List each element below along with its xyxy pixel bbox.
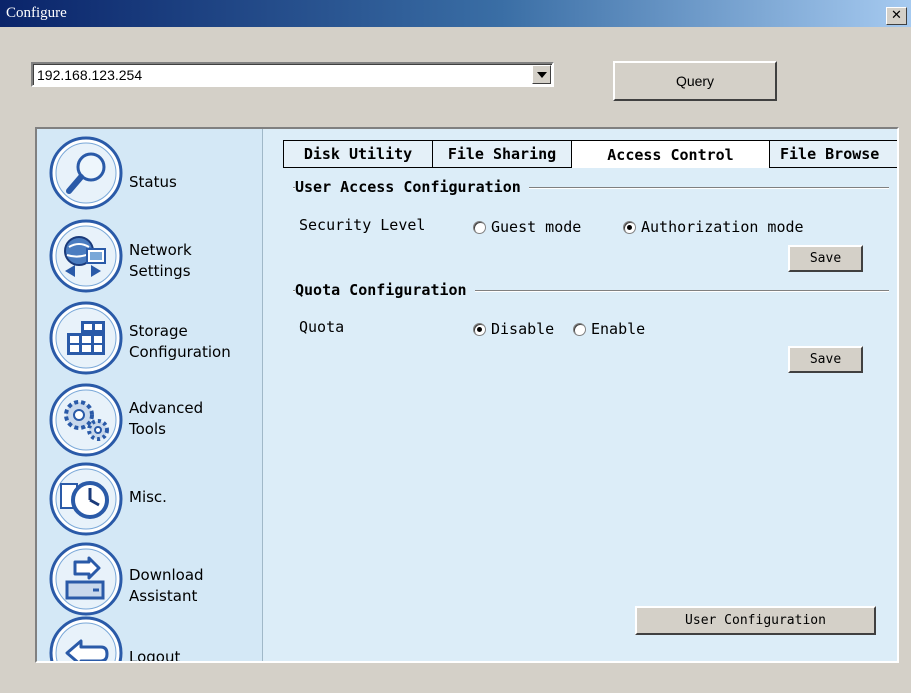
quota-label: Quota <box>299 318 345 336</box>
gears-icon <box>49 383 123 457</box>
radio-authorization-mode[interactable]: Authorization mode <box>623 218 804 236</box>
clock-icon <box>49 462 123 536</box>
sidebar: Status Network Settings Storage Configur… <box>37 129 263 663</box>
storage-grid-icon <box>49 301 123 375</box>
radio-label: Disable <box>491 320 555 338</box>
tab-file-browse[interactable]: File Browse <box>770 140 897 168</box>
sidebar-item-label: Logout <box>129 648 181 663</box>
tab-disk-utility[interactable]: Disk Utility <box>283 140 433 168</box>
address-value: 192.168.123.254 <box>37 67 143 83</box>
radio-disable[interactable]: Disable <box>473 320 554 338</box>
sidebar-item-status[interactable]: Status <box>37 136 262 216</box>
radio-dot <box>573 322 586 336</box>
magnifier-icon <box>49 136 123 210</box>
radio-dot <box>473 220 486 234</box>
sidebar-item-label: Network Settings <box>129 241 192 280</box>
dropdown-arrow-icon[interactable] <box>532 65 551 84</box>
radio-label: Enable <box>591 320 646 338</box>
title-bar: Configure ✕ <box>0 0 911 27</box>
sidebar-item-storage-configuration[interactable]: Storage Configuration <box>37 301 262 381</box>
save-button[interactable]: Save <box>788 245 863 272</box>
radio-enable[interactable]: Enable <box>573 320 645 338</box>
user-access-title: User Access Configuration <box>295 178 529 196</box>
sidebar-item-label: Download Assistant <box>129 566 204 605</box>
tab-bar: Disk Utility File Sharing Access Control… <box>283 140 897 168</box>
sidebar-item-label: Storage Configuration <box>129 322 231 361</box>
radio-guest-mode[interactable]: Guest mode <box>473 218 581 236</box>
window-title: Configure <box>6 5 67 21</box>
address-combo[interactable]: 192.168.123.254 <box>31 62 554 87</box>
content-area: Disk Utility File Sharing Access Control… <box>263 129 897 661</box>
sidebar-item-label: Status <box>129 173 177 191</box>
radio-label: Guest mode <box>491 218 582 236</box>
tab-file-sharing[interactable]: File Sharing <box>433 140 572 168</box>
radio-dot-selected <box>473 322 486 336</box>
quota-title: Quota Configuration <box>295 281 475 299</box>
save-button[interactable]: Save <box>788 346 863 373</box>
radio-label: Authorization mode <box>641 218 804 236</box>
sidebar-item-advanced-tools[interactable]: Advanced Tools <box>37 383 262 463</box>
radio-dot-selected <box>623 220 636 234</box>
main-panel: Status Network Settings Storage Configur… <box>35 127 899 663</box>
close-icon[interactable]: ✕ <box>886 7 907 25</box>
tab-access-control[interactable]: Access Control <box>572 140 770 168</box>
sidebar-item-download-assistant[interactable]: Download Assistant <box>37 542 262 622</box>
sidebar-item-label: Advanced Tools <box>129 399 204 438</box>
sidebar-item-logout[interactable]: Logout <box>37 616 262 663</box>
sidebar-item-label: Misc. <box>129 488 167 506</box>
network-globe-icon <box>49 219 123 293</box>
user-configuration-button[interactable]: User Configuration <box>635 606 876 635</box>
back-arrow-icon <box>49 616 123 661</box>
download-tray-icon <box>49 542 123 616</box>
sidebar-item-network-settings[interactable]: Network Settings <box>37 219 262 299</box>
query-button[interactable]: Query <box>613 61 777 101</box>
sidebar-item-misc[interactable]: Misc. <box>37 462 262 542</box>
security-level-label: Security Level <box>299 216 426 234</box>
